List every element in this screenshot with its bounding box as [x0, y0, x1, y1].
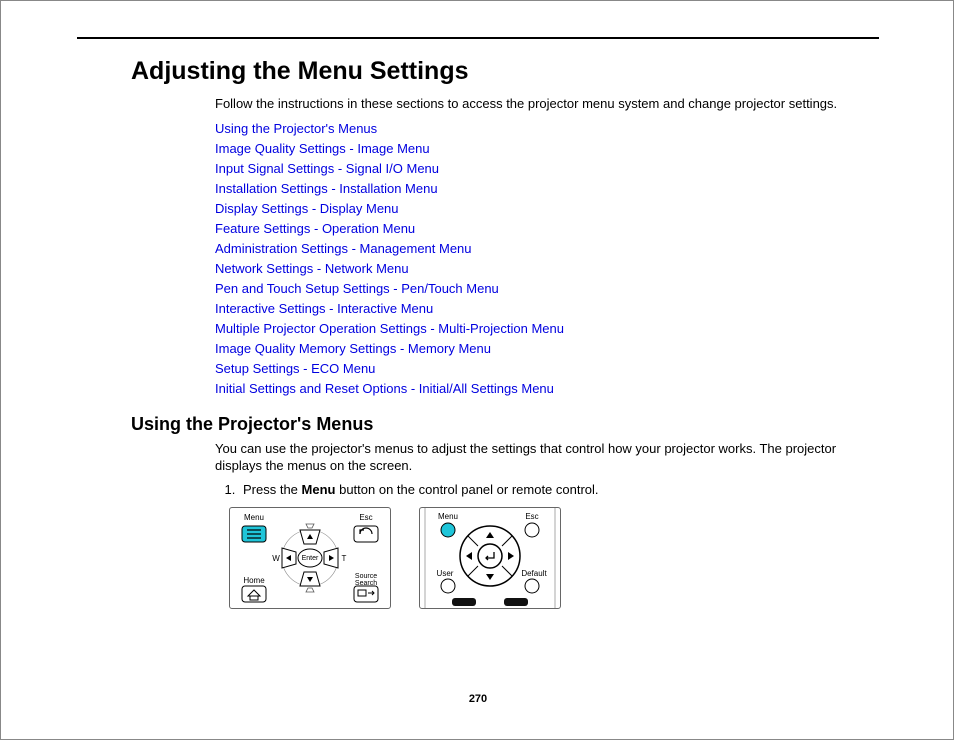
page-number: 270: [1, 693, 954, 705]
step-1-bold: Menu: [302, 482, 336, 497]
label-t: T: [342, 554, 347, 563]
label-source1: Source: [355, 573, 377, 580]
section-intro: You can use the projector's menus to adj…: [215, 441, 869, 474]
label-b-menu: Menu: [438, 512, 458, 521]
link-management-menu[interactable]: Administration Settings - Management Men…: [215, 241, 472, 256]
link-interactive-menu[interactable]: Interactive Settings - Interactive Menu: [215, 301, 433, 316]
figure-control-panel: Menu Esc W T Enter Home Source Search: [229, 507, 391, 609]
link-initial-all-menu[interactable]: Initial Settings and Reset Options - Ini…: [215, 381, 554, 396]
link-using-menus[interactable]: Using the Projector's Menus: [215, 121, 377, 136]
label-b-default: Default: [521, 569, 547, 578]
step-1-post: button on the control panel or remote co…: [335, 482, 598, 497]
label-enter: Enter: [302, 555, 319, 562]
link-multi-projection-menu[interactable]: Multiple Projector Operation Settings - …: [215, 321, 564, 336]
link-image-menu[interactable]: Image Quality Settings - Image Menu: [215, 141, 430, 156]
link-installation-menu[interactable]: Installation Settings - Installation Men…: [215, 181, 438, 196]
label-esc: Esc: [359, 513, 372, 522]
link-display-menu[interactable]: Display Settings - Display Menu: [215, 201, 399, 216]
intro-paragraph: Follow the instructions in these section…: [215, 96, 869, 112]
label-b-user: User: [437, 569, 454, 578]
label-b-esc: Esc: [525, 512, 538, 521]
label-w: W: [272, 554, 280, 563]
step-1: Press the Menu button on the control pan…: [239, 482, 869, 497]
link-pen-touch-menu[interactable]: Pen and Touch Setup Settings - Pen/Touch…: [215, 281, 499, 296]
section-heading: Using the Projector's Menus: [131, 414, 879, 435]
link-signal-io-menu[interactable]: Input Signal Settings - Signal I/O Menu: [215, 161, 439, 176]
step-list: Press the Menu button on the control pan…: [215, 482, 869, 497]
link-operation-menu[interactable]: Feature Settings - Operation Menu: [215, 221, 415, 236]
figure-remote-control: Menu Esc User Default: [419, 507, 561, 609]
page-title: Adjusting the Menu Settings: [131, 57, 879, 86]
label-source2: Search: [355, 580, 377, 587]
topic-link-list: Using the Projector's Menus Image Qualit…: [215, 120, 869, 398]
step-1-pre: Press the: [243, 482, 302, 497]
label-menu: Menu: [244, 513, 264, 522]
link-memory-menu[interactable]: Image Quality Memory Settings - Memory M…: [215, 341, 491, 356]
link-network-menu[interactable]: Network Settings - Network Menu: [215, 261, 409, 276]
label-home: Home: [243, 576, 265, 585]
link-eco-menu[interactable]: Setup Settings - ECO Menu: [215, 361, 375, 376]
